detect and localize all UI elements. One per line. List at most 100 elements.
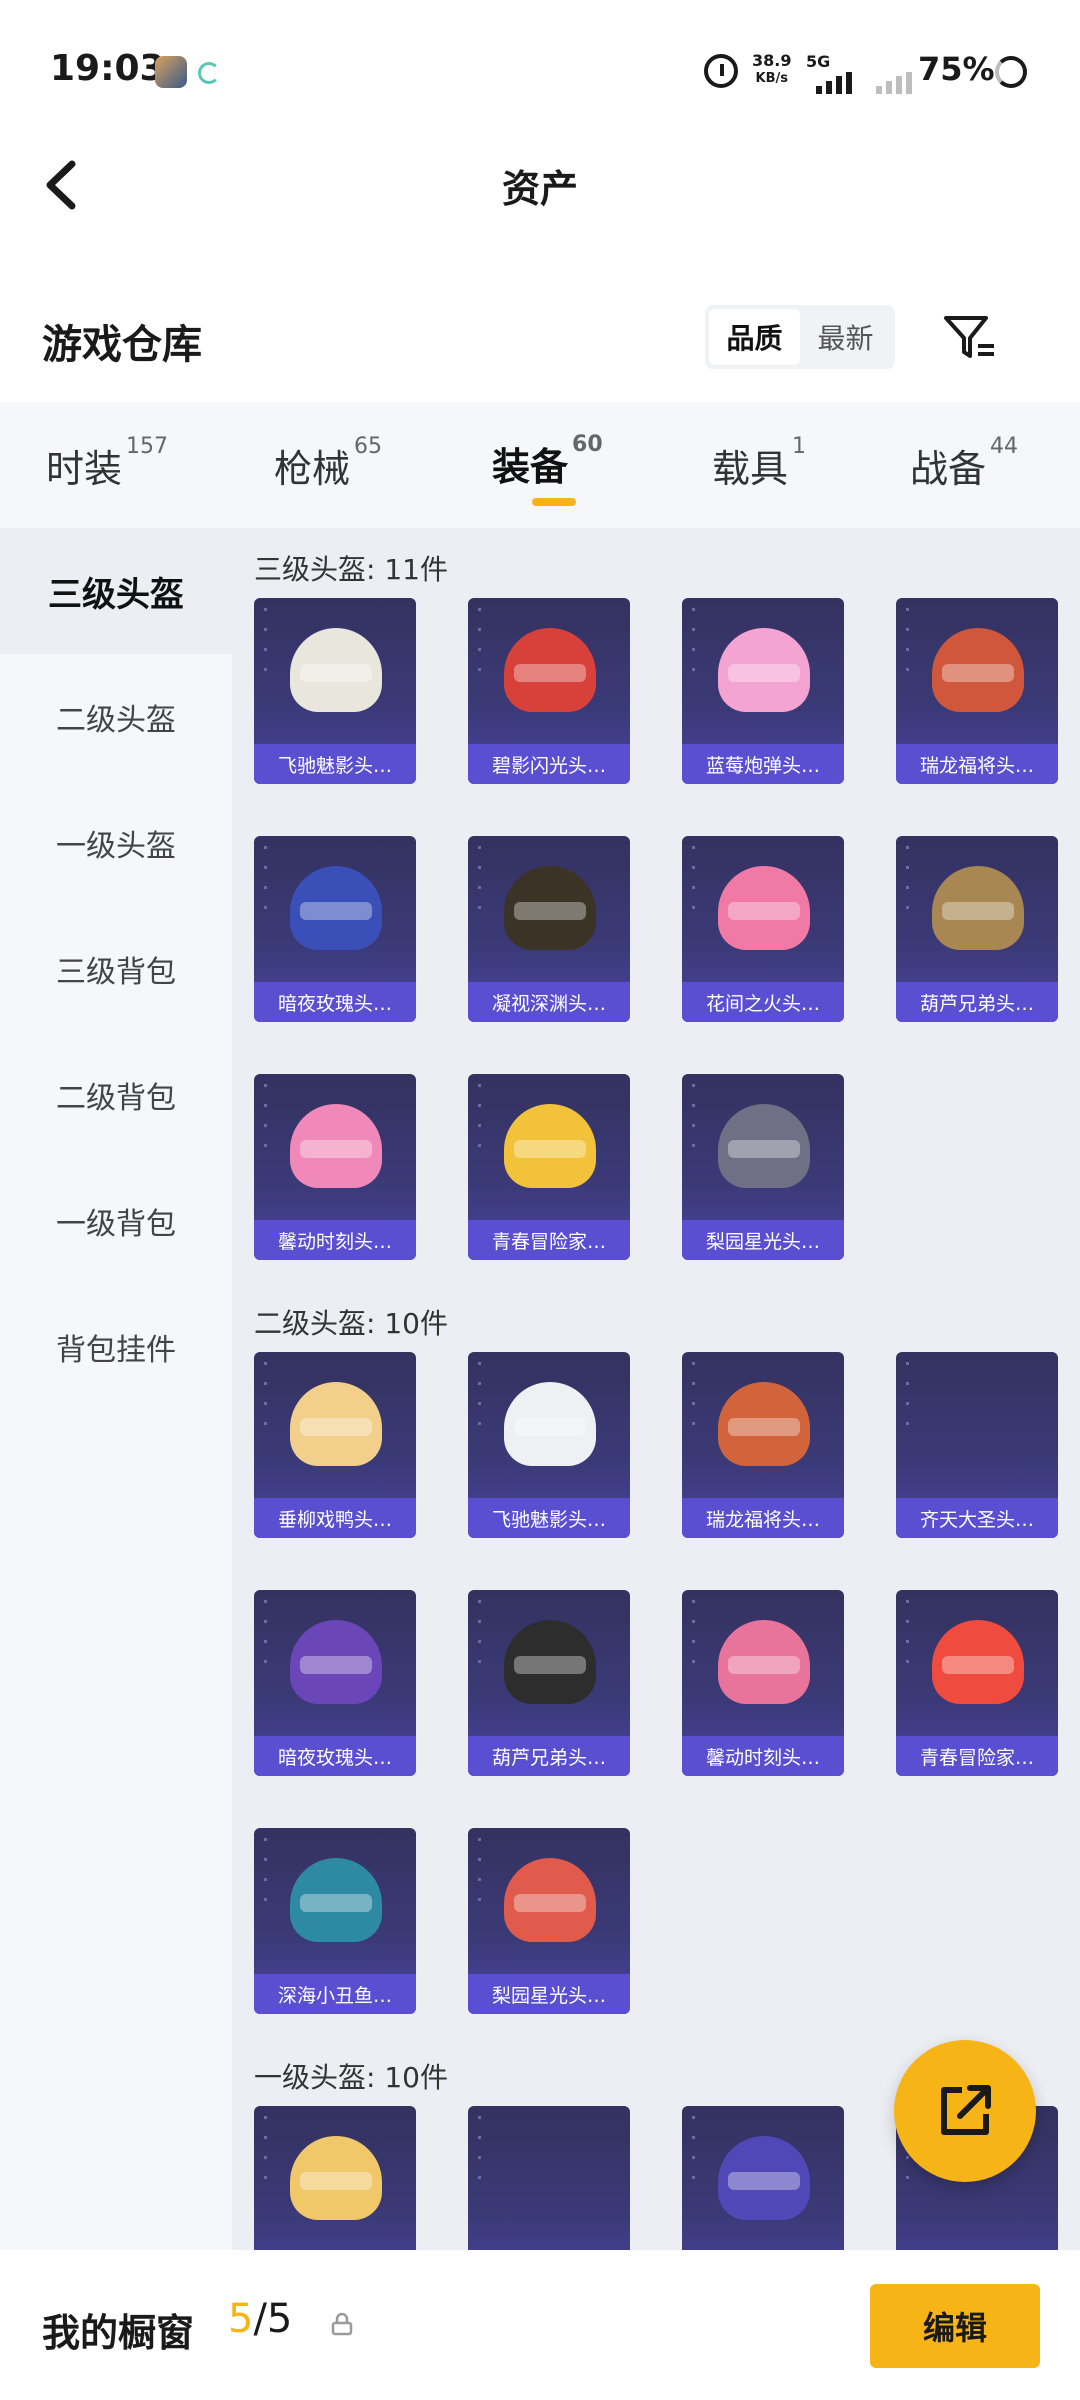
filter-icon bbox=[944, 316, 994, 358]
item-card[interactable]: 凝视深渊头… bbox=[468, 836, 630, 1022]
sidebar-item-helmet-lv3[interactable]: 三级头盔 bbox=[0, 528, 232, 654]
battery-icon bbox=[995, 56, 1027, 88]
page: 19:03 38.9 KB/s 5G 75% 资产 游戏仓库 品质 最新 时装1… bbox=[0, 0, 1080, 2400]
item-card[interactable] bbox=[682, 2106, 844, 2250]
helmet-image bbox=[504, 1104, 596, 1188]
item-card[interactable]: 蓝莓炮弹头… bbox=[682, 598, 844, 784]
item-card[interactable]: 垂柳戏鸭头… bbox=[254, 1352, 416, 1538]
item-card[interactable]: 深海小丑鱼… bbox=[254, 1828, 416, 2014]
item-card[interactable]: 馨动时刻头… bbox=[682, 1590, 844, 1776]
showcase-label: 我的橱窗 bbox=[42, 2311, 195, 2355]
item-name: 葫芦兄弟头… bbox=[468, 1736, 630, 1776]
helmet-image bbox=[290, 1382, 382, 1466]
item-name: 青春冒险家… bbox=[896, 1736, 1058, 1776]
tab-label: 枪械 bbox=[274, 447, 351, 491]
sidebar-item-helmet-lv2[interactable]: 二级头盔 bbox=[0, 654, 232, 780]
helmet-image bbox=[504, 1382, 596, 1466]
alarm-icon bbox=[704, 54, 738, 88]
tab-equipment[interactable]: 装备60 bbox=[492, 432, 603, 491]
item-card[interactable]: 飞驰魅影头… bbox=[468, 1352, 630, 1538]
item-name: 瑞龙福将头… bbox=[682, 1498, 844, 1538]
item-name: 凝视深渊头… bbox=[468, 982, 630, 1022]
item-card[interactable]: 齐天大圣头… bbox=[896, 1352, 1058, 1538]
helmet-image bbox=[718, 866, 810, 950]
tab-guns[interactable]: 枪械65 bbox=[274, 434, 382, 493]
sort-newest-button[interactable]: 最新 bbox=[800, 309, 891, 365]
sidebar-item-backpack-pendant[interactable]: 背包挂件 bbox=[0, 1284, 232, 1410]
status-bar: 19:03 38.9 KB/s 5G 75% bbox=[0, 0, 1080, 140]
item-card[interactable]: 花间之火头… bbox=[682, 836, 844, 1022]
tab-count: 44 bbox=[990, 434, 1019, 459]
item-name: 飞驰魅影头… bbox=[468, 1498, 630, 1538]
group-label: 一级头盔: 10件 bbox=[254, 2061, 448, 2094]
item-name: 飞驰魅影头… bbox=[254, 744, 416, 784]
item-card[interactable]: 暗夜玫瑰头… bbox=[254, 836, 416, 1022]
helmet-image bbox=[290, 1620, 382, 1704]
item-name: 青春冒险家… bbox=[468, 1220, 630, 1260]
tab-count: 65 bbox=[354, 434, 383, 459]
warehouse-title: 游戏仓库 bbox=[42, 322, 202, 368]
helmet-image bbox=[932, 866, 1024, 950]
item-card[interactable]: 瑞龙福将头… bbox=[896, 598, 1058, 784]
signal-icon bbox=[812, 68, 856, 94]
net-speed-unit: KB/s bbox=[755, 71, 788, 86]
item-name: 暗夜玫瑰头… bbox=[254, 982, 416, 1022]
tab-vehicles[interactable]: 载具1 bbox=[712, 434, 806, 493]
tab-combat[interactable]: 战备44 bbox=[910, 434, 1018, 493]
helmet-image bbox=[290, 866, 382, 950]
item-name: 梨园星光头… bbox=[682, 1220, 844, 1260]
item-name: 馨动时刻头… bbox=[682, 1736, 844, 1776]
showcase-count: 5/5 bbox=[228, 2296, 292, 2342]
sidebar-item-backpack-lv3[interactable]: 三级背包 bbox=[0, 906, 232, 1032]
item-card[interactable]: 飞驰魅影头… bbox=[254, 598, 416, 784]
item-card[interactable]: 青春冒险家… bbox=[896, 1590, 1058, 1776]
sync-icon bbox=[198, 62, 220, 84]
tab-count: 1 bbox=[792, 434, 807, 459]
item-card[interactable]: 青春冒险家… bbox=[468, 1074, 630, 1260]
lock-icon bbox=[331, 2312, 353, 2336]
helmet-image bbox=[290, 2136, 382, 2220]
item-card[interactable]: 暗夜玫瑰头… bbox=[254, 1590, 416, 1776]
item-card[interactable] bbox=[468, 2106, 630, 2250]
item-name: 瑞龙福将头… bbox=[896, 744, 1058, 784]
game-app-icon bbox=[155, 56, 187, 88]
item-card[interactable]: 梨园星光头… bbox=[468, 1828, 630, 2014]
item-card[interactable]: 葫芦兄弟头… bbox=[896, 836, 1058, 1022]
helmet-image bbox=[718, 2136, 810, 2220]
tab-fashion[interactable]: 时装157 bbox=[46, 434, 168, 493]
item-name: 齐天大圣头… bbox=[896, 1498, 1058, 1538]
item-name: 蓝莓炮弹头… bbox=[682, 744, 844, 784]
helmet-image bbox=[290, 1858, 382, 1942]
tab-label: 时装 bbox=[46, 447, 123, 491]
helmet-image bbox=[718, 1104, 810, 1188]
item-card[interactable] bbox=[254, 2106, 416, 2250]
sort-quality-button[interactable]: 品质 bbox=[709, 309, 800, 365]
item-name: 葫芦兄弟头… bbox=[896, 982, 1058, 1022]
helmet-image bbox=[718, 628, 810, 712]
item-name: 垂柳戏鸭头… bbox=[254, 1498, 416, 1538]
helmet-image bbox=[290, 1104, 382, 1188]
helmet-image bbox=[718, 1382, 810, 1466]
edit-button[interactable]: 编辑 bbox=[870, 2284, 1040, 2368]
item-card[interactable]: 瑞龙福将头… bbox=[682, 1352, 844, 1538]
sidebar-item-backpack-lv1[interactable]: 一级背包 bbox=[0, 1158, 232, 1284]
item-card[interactable]: 碧影闪光头… bbox=[468, 598, 630, 784]
sidebar-item-helmet-lv1[interactable]: 一级头盔 bbox=[0, 780, 232, 906]
item-card[interactable]: 葫芦兄弟头… bbox=[468, 1590, 630, 1776]
page-title: 资产 bbox=[501, 167, 578, 211]
item-name: 花间之火头… bbox=[682, 982, 844, 1022]
sidebar-item-backpack-lv2[interactable]: 二级背包 bbox=[0, 1032, 232, 1158]
item-card[interactable]: 梨园星光头… bbox=[682, 1074, 844, 1260]
battery-level: 75% bbox=[918, 50, 995, 88]
net-speed: 38.9 KB/s bbox=[752, 52, 791, 88]
share-button[interactable] bbox=[894, 2040, 1036, 2182]
tab-count: 157 bbox=[126, 434, 169, 459]
showcase-count-total: /5 bbox=[253, 2296, 293, 2342]
item-name: 梨园星光头… bbox=[468, 1974, 630, 2014]
tab-count: 60 bbox=[572, 432, 603, 457]
filter-button[interactable] bbox=[940, 308, 1000, 368]
item-card[interactable]: 馨动时刻头… bbox=[254, 1074, 416, 1260]
item-name: 暗夜玫瑰头… bbox=[254, 1736, 416, 1776]
helmet-image bbox=[504, 1620, 596, 1704]
item-name: 深海小丑鱼… bbox=[254, 1974, 416, 2014]
